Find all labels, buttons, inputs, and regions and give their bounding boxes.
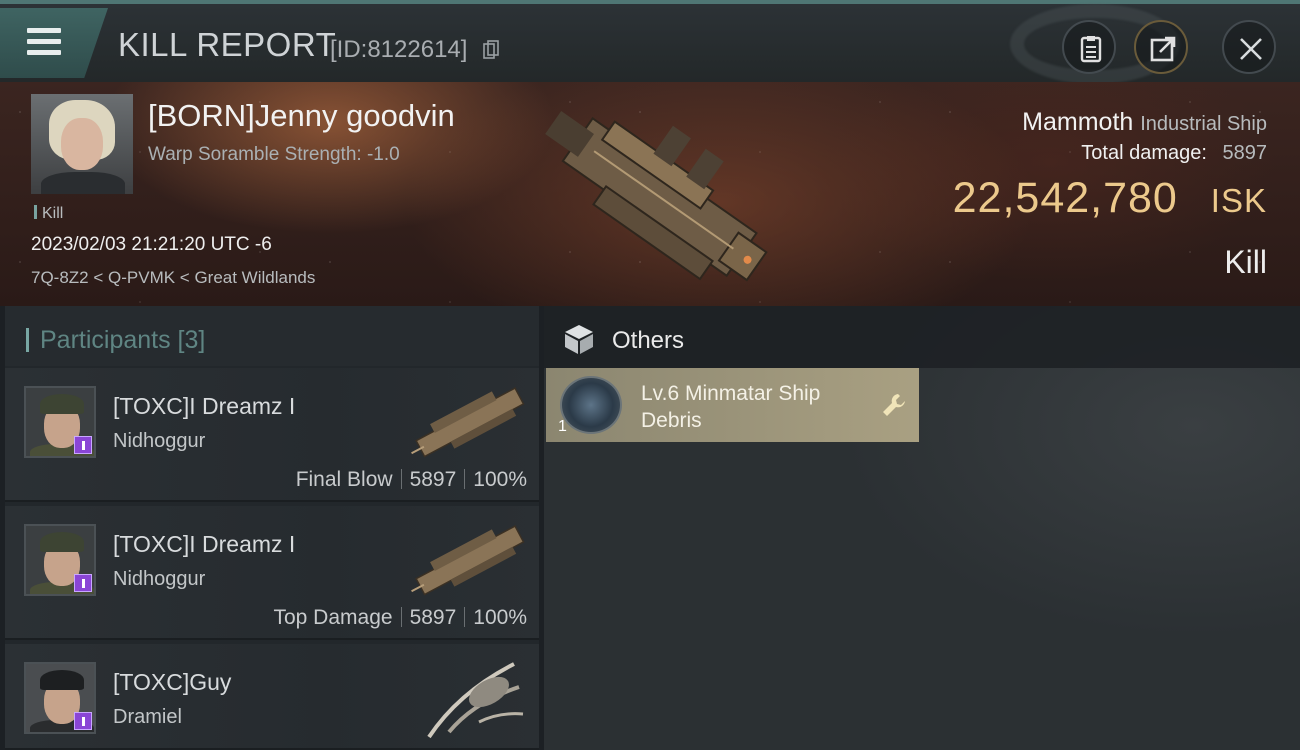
clipboard-button[interactable]	[1062, 20, 1116, 74]
item-quantity: 1	[558, 418, 567, 435]
participant-avatar[interactable]	[24, 386, 96, 458]
ship-class: Industrial Ship	[1140, 113, 1267, 135]
report-id: [ID:8122614]	[330, 36, 468, 63]
participants-header: Participants [3]	[5, 306, 539, 366]
total-damage-value: 5897	[1222, 142, 1268, 164]
participant-ship: Nidhoggur	[113, 430, 206, 452]
menu-button[interactable]	[0, 8, 108, 78]
victim-ship[interactable]: Mammoth Industrial Ship	[1022, 108, 1267, 137]
participant-row[interactable]: [TOXC]Guy Dramiel	[5, 644, 539, 750]
participant-ship: Dramiel	[113, 706, 182, 728]
participant-ship-image	[411, 387, 525, 458]
participant-row[interactable]: [TOXC]I Dreamz I Nidhoggur Top Damage 589…	[5, 506, 539, 640]
participant-name: [TOXC]I Dreamz I	[113, 393, 296, 419]
dropped-item[interactable]: 1 Lv.6 Minmatar Ship Debris	[546, 368, 919, 442]
participant-stats: Top Damage 5897 100%	[273, 606, 527, 630]
participant-percent: 100%	[473, 606, 527, 629]
participant-role: Top Damage	[273, 606, 393, 629]
participant-damage: 5897	[409, 606, 457, 629]
participant-ship-image	[411, 525, 525, 596]
participant-damage: 5897	[409, 468, 457, 491]
ship-debris-icon	[560, 376, 622, 434]
wrench-icon[interactable]	[881, 392, 907, 418]
item-name: Lv.6 Minmatar Ship Debris	[641, 382, 821, 432]
page-title: KILL REPORT	[118, 26, 337, 63]
victim-name[interactable]: [BORN]Jenny goodvin	[148, 98, 455, 134]
total-damage-label: Total damage:	[1081, 142, 1207, 164]
participants-panel: Participants [3] [TOXC]I Dreamz I Nidhog…	[5, 306, 539, 750]
corp-badge-icon	[74, 574, 92, 592]
hamburger-icon	[27, 28, 61, 61]
participant-stats: Final Blow 5897 100%	[296, 468, 527, 492]
isk-value: 22,542,780 ISK	[953, 174, 1267, 223]
share-button[interactable]	[1134, 20, 1188, 74]
close-button[interactable]	[1222, 20, 1276, 74]
participants-title: Participants [3]	[40, 326, 206, 354]
kill-timestamp: 2023/02/03 21:21:20 UTC -6	[31, 234, 272, 255]
victim-portrait[interactable]	[31, 94, 133, 194]
participant-avatar[interactable]	[24, 524, 96, 596]
participant-ship: Nidhoggur	[113, 568, 206, 590]
participant-row[interactable]: [TOXC]I Dreamz I Nidhoggur Final Blow 589…	[5, 368, 539, 502]
close-icon	[1240, 38, 1262, 60]
kill-location[interactable]: 7Q-8Z2 < Q-PVMK < Great Wildlands	[31, 268, 315, 288]
participant-name: [TOXC]Guy	[113, 669, 232, 695]
isk-amount: 22,542,780	[952, 174, 1178, 222]
copy-icon[interactable]	[483, 40, 499, 60]
warp-scramble-strength: Warp Soramble Strength: -1.0	[148, 144, 400, 165]
clipboard-icon	[1080, 36, 1102, 63]
others-panel: Others 1 Lv.6 Minmatar Ship Debris	[544, 306, 1300, 750]
kill-result: Kill	[1224, 244, 1267, 280]
ship-name: Mammoth	[1022, 108, 1134, 136]
participant-ship-image	[427, 662, 524, 739]
share-icon	[1150, 36, 1176, 62]
total-damage: Total damage: 5897	[1081, 142, 1267, 165]
kill-tag: Kill	[34, 205, 63, 223]
participant-role: Final Blow	[295, 468, 393, 491]
participant-name: [TOXC]I Dreamz I	[113, 531, 296, 557]
isk-unit: ISK	[1210, 182, 1267, 219]
header-bar: KILL REPORT [ID:8122614]	[0, 0, 1300, 84]
participant-avatar[interactable]	[24, 662, 96, 734]
corp-badge-icon	[74, 712, 92, 730]
cargo-box-icon	[565, 325, 593, 354]
kill-banner: [BORN]Jenny goodvin Warp Soramble Streng…	[0, 82, 1300, 306]
others-header: Others	[544, 306, 1300, 368]
corp-badge-icon	[74, 436, 92, 454]
others-title: Others	[612, 327, 685, 354]
victim-ship-image[interactable]	[520, 88, 790, 303]
participant-percent: 100%	[473, 468, 527, 491]
